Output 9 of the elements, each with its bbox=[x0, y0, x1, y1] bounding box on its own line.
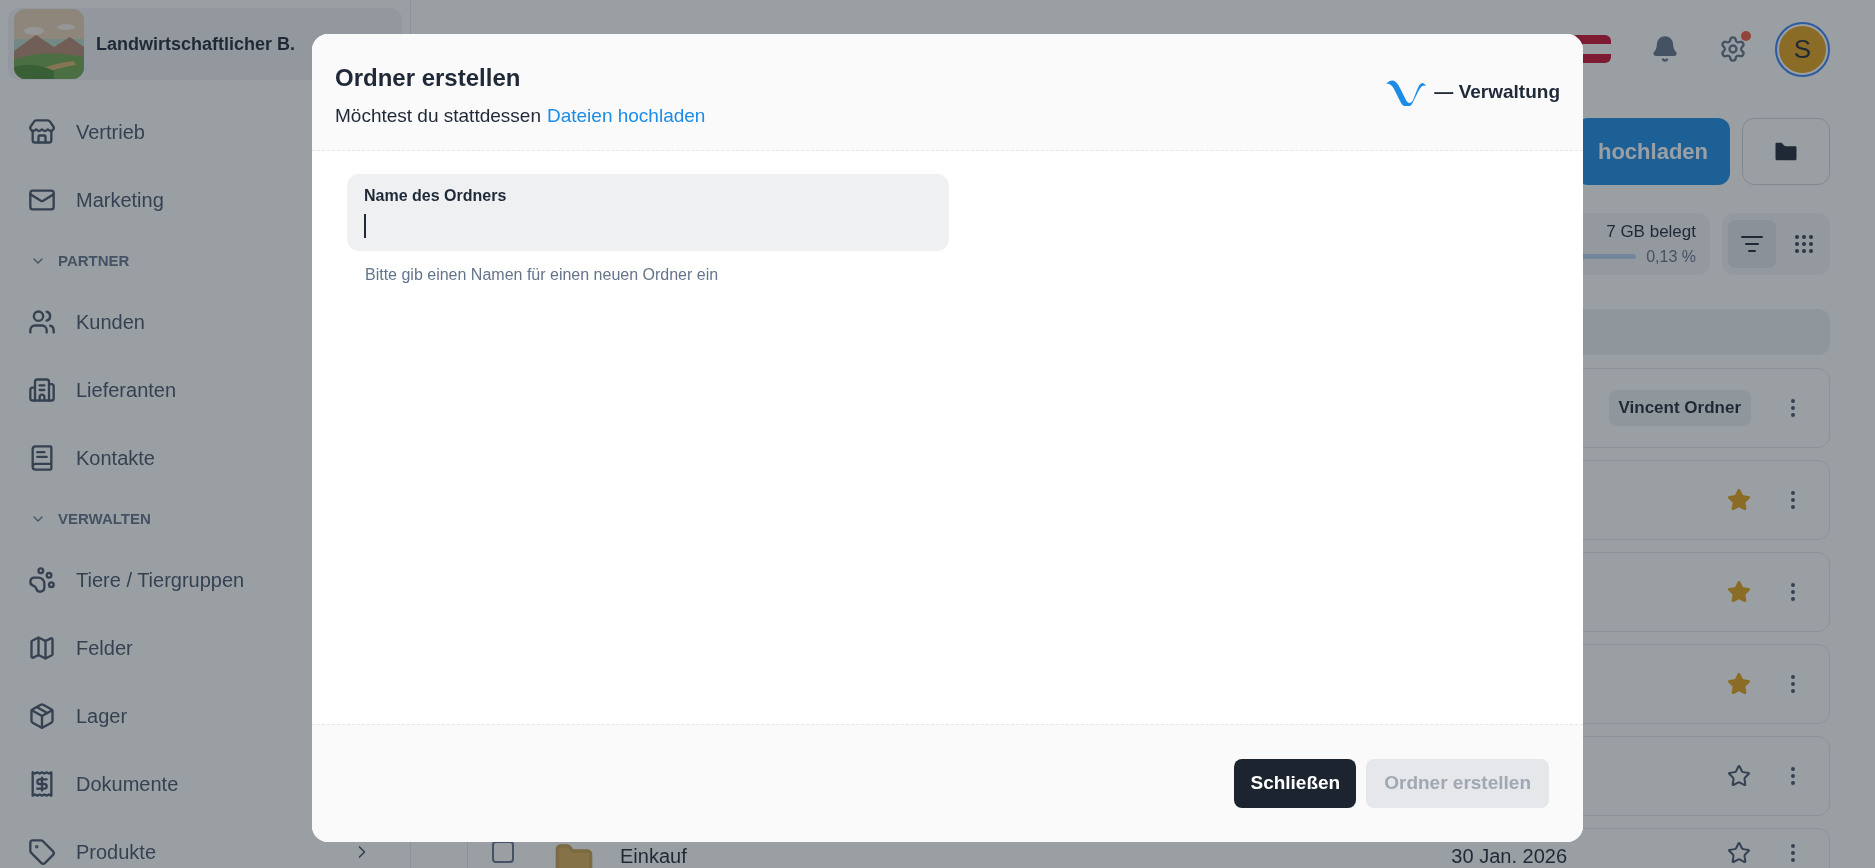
storage-percent: 0,13 % bbox=[1646, 246, 1696, 267]
company-name: Landwirtschaftlicher B. bbox=[96, 32, 296, 56]
storage-used: 7 GB belegt bbox=[1605, 221, 1696, 244]
file-name: Einkauf bbox=[620, 844, 687, 868]
owner-tag: Vincent Ordner bbox=[1608, 390, 1751, 426]
helper-text: Bitte gib einen Namen für einen neuen Ordner ein bbox=[365, 265, 720, 285]
file-date: 30 Jan. 2026 bbox=[1451, 844, 1567, 868]
dialog-subtitle: Möchtest du stattdessen bbox=[335, 104, 541, 128]
brand-name: — Verwaltung bbox=[1434, 80, 1560, 104]
